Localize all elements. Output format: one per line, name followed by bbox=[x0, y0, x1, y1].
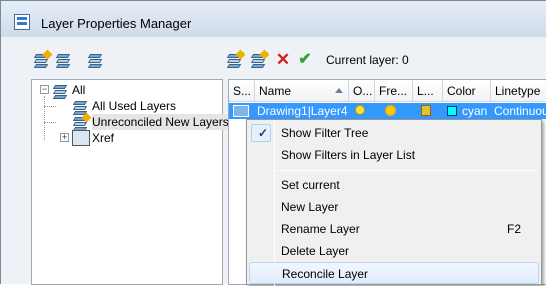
xref-expand-toggle[interactable]: + bbox=[60, 133, 69, 142]
layer-properties-window: Layer Properties Manager ✕ ✔ Current lay… bbox=[0, 0, 546, 286]
column-name[interactable]: Name bbox=[255, 80, 349, 102]
layer-unlocked-icon[interactable] bbox=[421, 105, 431, 116]
new-layer-button[interactable] bbox=[226, 49, 246, 69]
new-group-filter-icon bbox=[55, 51, 73, 69]
column-color[interactable]: Color bbox=[443, 80, 491, 102]
layer-on-bulb-icon[interactable] bbox=[355, 105, 365, 115]
layer-linetype[interactable]: Continuous bbox=[494, 103, 546, 119]
menu-separator bbox=[277, 170, 537, 171]
new-property-filter-icon bbox=[33, 49, 53, 69]
delete-layer-button[interactable]: ✕ bbox=[274, 51, 292, 69]
menu-item-show-filter-tree[interactable]: ✓ Show Filter Tree bbox=[249, 122, 539, 144]
tree-node-label: All Used Layers bbox=[92, 99, 177, 113]
layer-color-swatch[interactable] bbox=[447, 106, 457, 116]
layer-states-icon bbox=[87, 51, 105, 69]
menu-item-set-current[interactable]: Set current bbox=[249, 174, 539, 196]
title-bar: Layer Properties Manager bbox=[1, 1, 546, 37]
layer-status-icon bbox=[233, 105, 249, 117]
window-title: Layer Properties Manager bbox=[41, 16, 192, 31]
layer-states-manager-button[interactable] bbox=[87, 51, 105, 69]
app-icon bbox=[14, 14, 30, 30]
menu-item-rename-layer[interactable]: Rename Layer F2 bbox=[249, 218, 539, 240]
layer-row[interactable]: Drawing1|Layer4 cyan Continuous bbox=[229, 103, 546, 119]
filter-unreconciled-icon bbox=[72, 112, 92, 131]
all-collapse-toggle[interactable]: − bbox=[40, 85, 49, 94]
column-on[interactable]: O... bbox=[349, 80, 375, 102]
layer-toolbar: ✕ ✔ Current layer: 0 bbox=[226, 45, 546, 75]
filter-tree-pane[interactable]: − All All Used Layers Unreconciled New L… bbox=[31, 79, 229, 285]
menu-item-shortcut: F2 bbox=[506, 222, 521, 236]
menu-item-label: Show Filters in Layer List bbox=[281, 148, 416, 162]
new-property-filter-button[interactable] bbox=[33, 49, 53, 69]
menu-item-new-layer[interactable]: New Layer bbox=[249, 196, 539, 218]
column-freeze[interactable]: Fre... bbox=[375, 80, 413, 102]
new-group-filter-button[interactable] bbox=[55, 51, 73, 69]
layer-list-header: S... Name O... Fre... L... Color Linetyp… bbox=[229, 80, 546, 102]
menu-item-label: New Layer bbox=[281, 200, 339, 214]
sort-ascending-icon bbox=[335, 88, 343, 93]
filter-used-icon bbox=[72, 98, 90, 115]
xref-icon bbox=[72, 130, 90, 146]
menu-item-label: Show Filter Tree bbox=[281, 126, 369, 140]
menu-item-label: Delete Layer bbox=[281, 244, 350, 258]
tree-node-label: Xref bbox=[92, 131, 115, 145]
tree-node-label: Unreconciled New Layers bbox=[92, 114, 229, 130]
check-icon: ✓ bbox=[257, 126, 269, 140]
tree-node-label: All bbox=[72, 83, 86, 97]
menu-item-label: Reconcile Layer bbox=[282, 267, 369, 281]
new-layer-frozen-icon bbox=[250, 49, 270, 69]
current-layer-label: Current layer: 0 bbox=[326, 53, 409, 67]
new-layer-vp-frozen-button[interactable] bbox=[250, 49, 270, 69]
layer-thaw-sun-icon[interactable] bbox=[385, 105, 396, 116]
delete-icon: ✕ bbox=[275, 50, 291, 69]
set-current-button[interactable]: ✔ bbox=[296, 51, 314, 69]
menu-item-reconcile-layer[interactable]: Reconcile Layer bbox=[249, 262, 539, 284]
layer-name: Drawing1|Layer4 bbox=[257, 104, 348, 118]
menu-item-show-filters-in-list[interactable]: Show Filters in Layer List bbox=[249, 144, 539, 166]
filter-all-icon bbox=[52, 82, 70, 99]
layer-color-name[interactable]: cyan bbox=[462, 103, 492, 119]
column-status[interactable]: S... bbox=[229, 80, 255, 102]
checkmark-icon: ✔ bbox=[298, 51, 312, 68]
menu-item-delete-layer[interactable]: Delete Layer bbox=[249, 240, 539, 262]
menu-item-label: Set current bbox=[281, 178, 340, 192]
column-label: Name bbox=[259, 84, 292, 98]
column-lock[interactable]: L... bbox=[413, 80, 443, 102]
layer-context-menu: ✓ Show Filter Tree Show Filters in Layer… bbox=[246, 119, 542, 286]
column-linetype[interactable]: Linetype bbox=[491, 80, 546, 102]
new-layer-icon bbox=[226, 49, 246, 69]
menu-item-label: Rename Layer bbox=[281, 222, 360, 236]
filter-toolbar bbox=[31, 45, 221, 75]
